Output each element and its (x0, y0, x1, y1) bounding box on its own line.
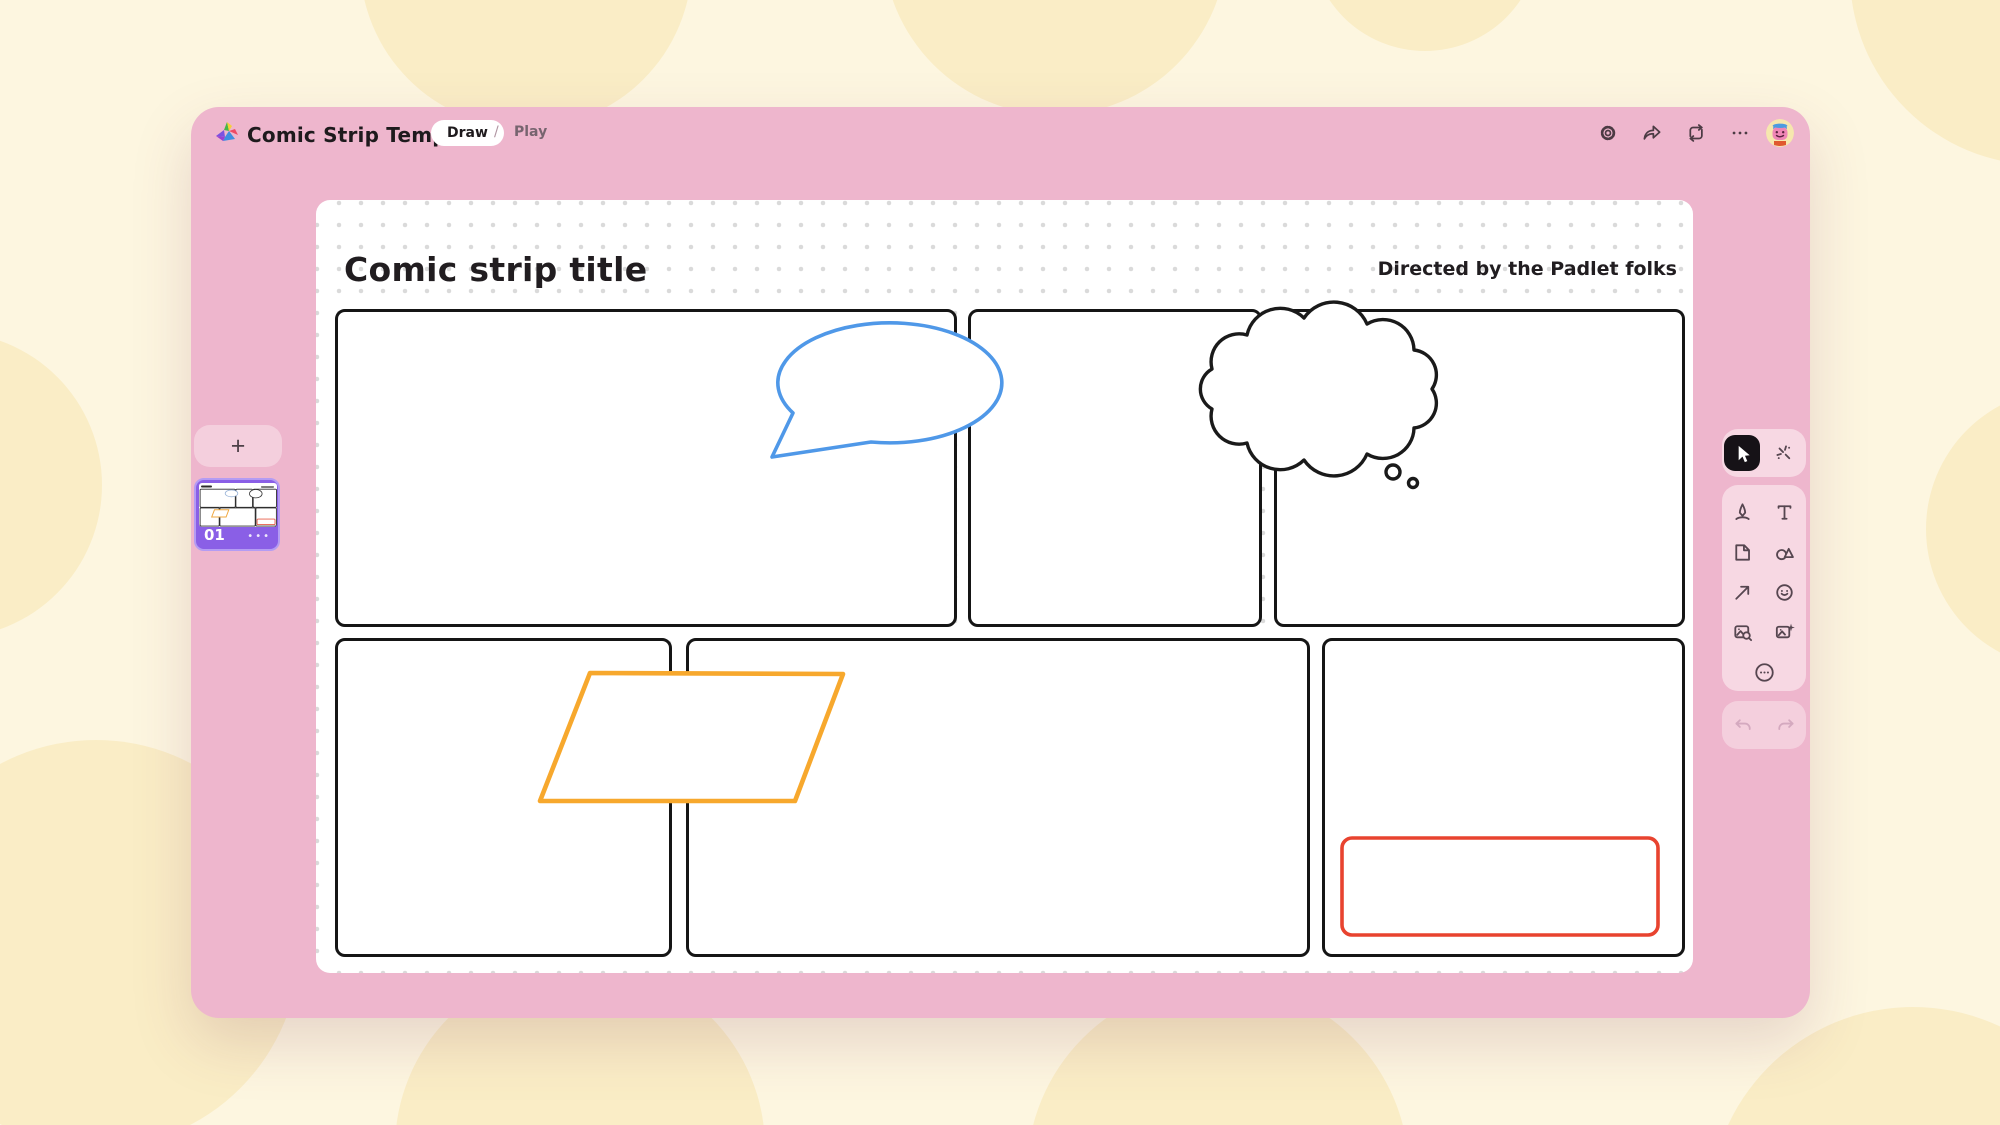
padlet-sandbox-logo (213, 120, 241, 146)
gear-icon (1597, 122, 1619, 144)
magic-sparkle-icon (1773, 442, 1796, 465)
avatar-monster-icon (1766, 119, 1794, 147)
bg-blob (883, 0, 1227, 115)
share-icon (1641, 122, 1663, 144)
undo-icon (1732, 714, 1755, 737)
pen-nib-icon (1731, 501, 1754, 524)
sticker-smiley-icon (1773, 581, 1796, 604)
slide-more-button[interactable]: ••• (247, 531, 271, 542)
toolbar-history-section (1722, 701, 1806, 749)
bg-blob (1310, 0, 1540, 51)
tab-separator: / (494, 124, 499, 140)
canvas-shapes (316, 200, 1693, 973)
slide-preview-image (199, 483, 277, 527)
drawing-canvas[interactable]: Comic strip title Directed by the Padlet… (316, 200, 1693, 973)
tab-play[interactable]: Play (514, 124, 547, 140)
window-header: Comic Strip Template Draw / Play (191, 107, 1810, 159)
thought-cloud-shape[interactable] (1200, 302, 1436, 487)
remix-button[interactable] (1678, 115, 1714, 151)
rectangle-shape[interactable] (1342, 838, 1658, 935)
remix-loop-icon (1685, 122, 1707, 144)
image-sparkle-icon (1773, 621, 1796, 644)
bg-blob (1709, 1007, 2000, 1125)
shapes-icon (1773, 541, 1796, 564)
arrow-icon (1731, 581, 1754, 604)
user-avatar[interactable] (1766, 119, 1794, 147)
image-search-tool-button[interactable] (1722, 612, 1762, 652)
shapes-tool-button[interactable] (1764, 532, 1804, 572)
app-window: Comic Strip Template Draw / Play (191, 107, 1810, 1018)
add-slide-button[interactable]: + (194, 425, 282, 467)
slide-thumbnail-01[interactable]: 01 ••• (194, 478, 280, 551)
tab-draw[interactable]: Draw (431, 120, 504, 146)
speech-bubble-shape[interactable] (772, 323, 1002, 457)
pen-tool-button[interactable] (1722, 492, 1762, 532)
toolbar-mode-section (1722, 429, 1806, 477)
redo-button[interactable] (1765, 705, 1805, 745)
bg-blob (0, 332, 102, 638)
image-generate-tool-button[interactable] (1764, 612, 1804, 652)
settings-button[interactable] (1590, 115, 1626, 151)
bg-blob (1926, 389, 2000, 669)
text-icon (1773, 501, 1796, 524)
more-button[interactable] (1722, 115, 1758, 151)
magic-draw-tool-button[interactable] (1764, 433, 1804, 473)
more-icon (1729, 122, 1751, 144)
note-page-icon (1731, 541, 1754, 564)
toolbar-tools-section (1722, 485, 1806, 691)
ellipsis-circle-icon (1753, 661, 1776, 684)
parallelogram-shape[interactable] (540, 673, 843, 801)
more-tools-button[interactable] (1744, 652, 1784, 692)
plus-icon: + (231, 432, 246, 461)
undo-button[interactable] (1723, 705, 1763, 745)
sticker-tool-button[interactable] (1764, 572, 1804, 612)
share-button[interactable] (1634, 115, 1670, 151)
slide-number: 01 (204, 526, 225, 544)
arrow-tool-button[interactable] (1722, 572, 1762, 612)
cursor-icon (1731, 442, 1754, 465)
select-tool-button[interactable] (1724, 435, 1760, 471)
redo-icon (1774, 714, 1797, 737)
header-actions (1590, 115, 1794, 151)
image-search-icon (1731, 621, 1754, 644)
note-tool-button[interactable] (1722, 532, 1762, 572)
bg-blob (1850, 0, 2000, 165)
text-tool-button[interactable] (1764, 492, 1804, 532)
